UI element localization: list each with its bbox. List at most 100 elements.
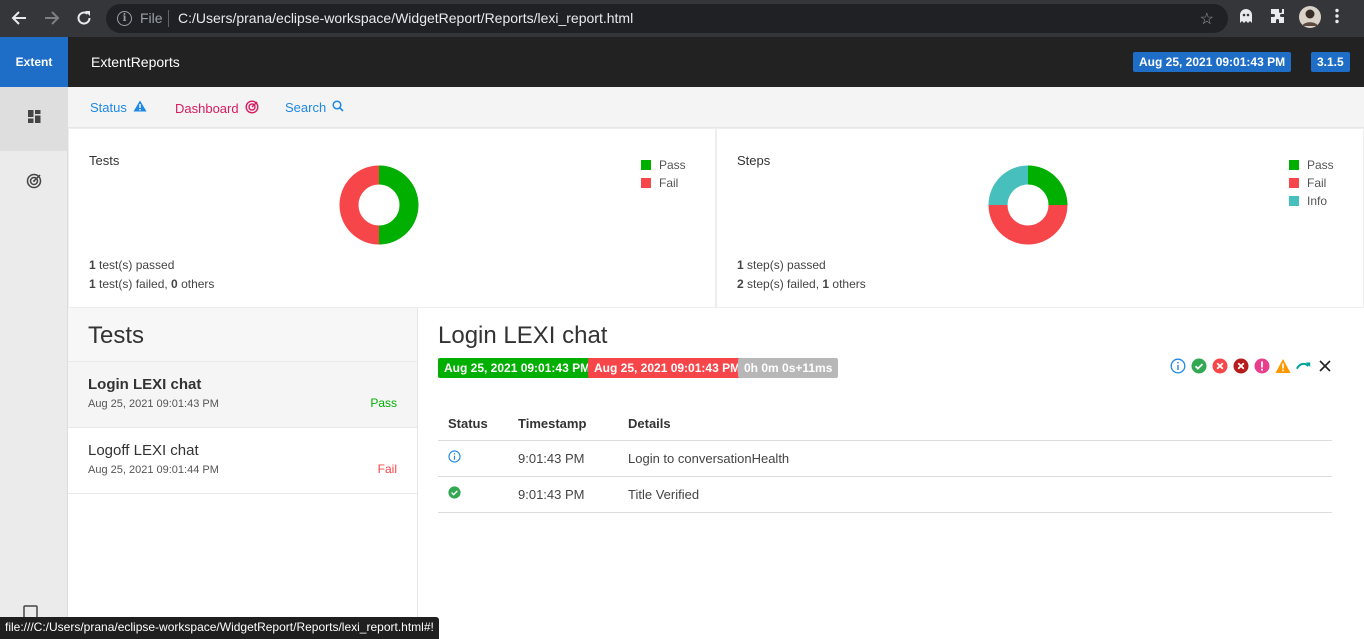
- sub-navigation: Status Dashboard Search: [68, 87, 1364, 128]
- end-time-badge: Aug 25, 2021 09:01:43 PM: [588, 358, 747, 378]
- legend-item-fail[interactable]: Fail: [641, 174, 686, 192]
- fatal-x-icon[interactable]: [1233, 358, 1249, 374]
- legend-item-fail[interactable]: Fail: [1289, 174, 1334, 192]
- puzzle-icon[interactable]: [1270, 8, 1286, 29]
- grid-icon: [27, 110, 41, 128]
- sidebar-item-dashboard[interactable]: [0, 151, 68, 215]
- error-exclamation-icon[interactable]: [1254, 358, 1270, 374]
- tests-list-header: Tests: [68, 308, 417, 362]
- test-status-pass: Pass: [370, 396, 397, 410]
- extension-ghost-icon[interactable]: [1238, 8, 1254, 29]
- info-icon[interactable]: i: [117, 11, 132, 26]
- brand-logo[interactable]: Extent: [0, 37, 68, 87]
- test-item-logoff[interactable]: Logoff LEXI chat Aug 25, 2021 09:01:44 P…: [68, 428, 417, 494]
- card-title: Tests: [89, 153, 120, 168]
- log-details: Title Verified: [618, 476, 1332, 513]
- skip-redo-icon[interactable]: [1296, 358, 1312, 374]
- divider: [168, 10, 169, 27]
- search-link[interactable]: Search: [285, 100, 344, 115]
- steps-donut-chart: [988, 165, 1068, 245]
- legend-label: Fail: [1307, 176, 1327, 190]
- sidebar-item-tests[interactable]: [0, 87, 68, 151]
- legend-item-pass[interactable]: Pass: [1289, 156, 1334, 174]
- steps-failed-summary: 2 step(s) failed, 1 others: [737, 277, 866, 291]
- test-time: Aug 25, 2021 09:01:43 PM: [88, 398, 219, 410]
- close-icon[interactable]: [1317, 358, 1333, 374]
- status-filter[interactable]: Status: [90, 100, 147, 115]
- legend-swatch: [1289, 178, 1299, 188]
- version-badge: 3.1.5: [1311, 52, 1350, 72]
- sidebar: Extent: [0, 37, 68, 639]
- column-header-timestamp: Timestamp: [508, 408, 618, 441]
- star-icon[interactable]: ☆: [1200, 9, 1214, 29]
- log-status-cell: [438, 440, 508, 477]
- legend-label: Fail: [659, 176, 679, 190]
- test-time: Aug 25, 2021 09:01:44 PM: [88, 464, 219, 476]
- scheme-label: File: [140, 10, 163, 26]
- table-row: 9:01:43 PM Login to conversationHealth: [438, 440, 1332, 477]
- back-icon[interactable]: [8, 7, 30, 29]
- log-timestamp: 9:01:43 PM: [508, 440, 618, 477]
- test-name: Login LEXI chat: [88, 376, 202, 393]
- card-title: Steps: [737, 153, 771, 168]
- app-header: ExtentReports Aug 25, 2021 09:01:43 PM 3…: [68, 37, 1364, 87]
- forward-icon[interactable]: [41, 7, 63, 29]
- menu-kebab-icon[interactable]: [1334, 8, 1340, 29]
- column-header-details: Details: [618, 408, 1332, 441]
- log-details: Login to conversationHealth: [618, 440, 1332, 477]
- avatar[interactable]: [1299, 6, 1321, 33]
- reload-icon[interactable]: [73, 7, 95, 29]
- radar-icon: [245, 100, 259, 117]
- warning-icon[interactable]: [1275, 358, 1291, 374]
- dashboard-link[interactable]: Dashboard: [175, 100, 259, 117]
- info-icon[interactable]: [1170, 358, 1186, 374]
- donut-slice-fail[interactable]: [988, 204, 1068, 245]
- steps-chart-card: Steps Pass Fail Info 1 step(s) passed 2 …: [716, 128, 1364, 308]
- test-status-fail: Fail: [377, 462, 397, 476]
- steps-legend: Pass Fail Info: [1289, 156, 1334, 210]
- tests-chart-card: Tests Pass Fail 1 test(s) passed 1 test(…: [68, 128, 716, 308]
- legend-item-pass[interactable]: Pass: [641, 156, 686, 174]
- start-time-badge: Aug 25, 2021 09:01:43 PM: [438, 358, 597, 378]
- duration-badge: 0h 0m 0s+11ms: [738, 358, 839, 378]
- table-row: 9:01:43 PM Title Verified: [438, 476, 1332, 513]
- legend-swatch: [1289, 160, 1299, 170]
- donut-slice-pass[interactable]: [378, 165, 419, 245]
- legend-swatch: [641, 160, 651, 170]
- table-header-row: Status Timestamp Details: [438, 408, 1332, 441]
- steps-passed-summary: 1 step(s) passed: [737, 258, 826, 272]
- test-item-login[interactable]: Login LEXI chat Aug 25, 2021 09:01:43 PM…: [68, 362, 417, 428]
- info-icon: [448, 450, 461, 463]
- legend-swatch: [641, 178, 651, 188]
- legend-label: Pass: [659, 158, 686, 172]
- pass-check-icon: [448, 486, 461, 499]
- pass-check-icon[interactable]: [1191, 358, 1207, 374]
- column-header-status: Status: [438, 408, 508, 441]
- legend-item-info[interactable]: Info: [1289, 192, 1334, 210]
- fail-x-icon[interactable]: [1212, 358, 1228, 374]
- legend-label: Pass: [1307, 158, 1334, 172]
- log-timestamp: 9:01:43 PM: [508, 476, 618, 513]
- status-filter-icons: [1170, 358, 1333, 374]
- donut-slice-fail[interactable]: [339, 165, 380, 245]
- status-filter-label: Status: [90, 100, 127, 115]
- donut-slice-info[interactable]: [988, 165, 1029, 206]
- url-text[interactable]: C:/Users/prana/eclipse-workspace/WidgetR…: [178, 10, 633, 26]
- tests-legend: Pass Fail: [641, 156, 686, 192]
- tests-passed-summary: 1 test(s) passed: [89, 258, 175, 272]
- dashboard-link-label: Dashboard: [175, 101, 239, 116]
- warning-triangle-icon: [133, 100, 147, 115]
- radar-icon: [26, 173, 42, 194]
- test-log-table: Status Timestamp Details 9:01:43 PM Logi…: [438, 408, 1332, 513]
- test-name: Logoff LEXI chat: [88, 442, 199, 459]
- search-link-label: Search: [285, 100, 327, 115]
- tests-list-pane: Tests Login LEXI chat Aug 25, 2021 09:01…: [68, 308, 418, 639]
- donut-slice-pass[interactable]: [1027, 165, 1068, 206]
- test-detail-pane: Login LEXI chat Aug 25, 2021 09:01:43 PM…: [418, 308, 1364, 639]
- legend-swatch: [1289, 196, 1299, 206]
- legend-label: Info: [1307, 194, 1328, 208]
- tests-donut-chart: [339, 165, 419, 245]
- browser-status-bar: file:///C:/Users/prana/eclipse-workspace…: [0, 617, 439, 639]
- tests-failed-summary: 1 test(s) failed, 0 others: [89, 277, 215, 291]
- address-bar[interactable]: i File C:/Users/prana/eclipse-workspace/…: [106, 4, 1228, 33]
